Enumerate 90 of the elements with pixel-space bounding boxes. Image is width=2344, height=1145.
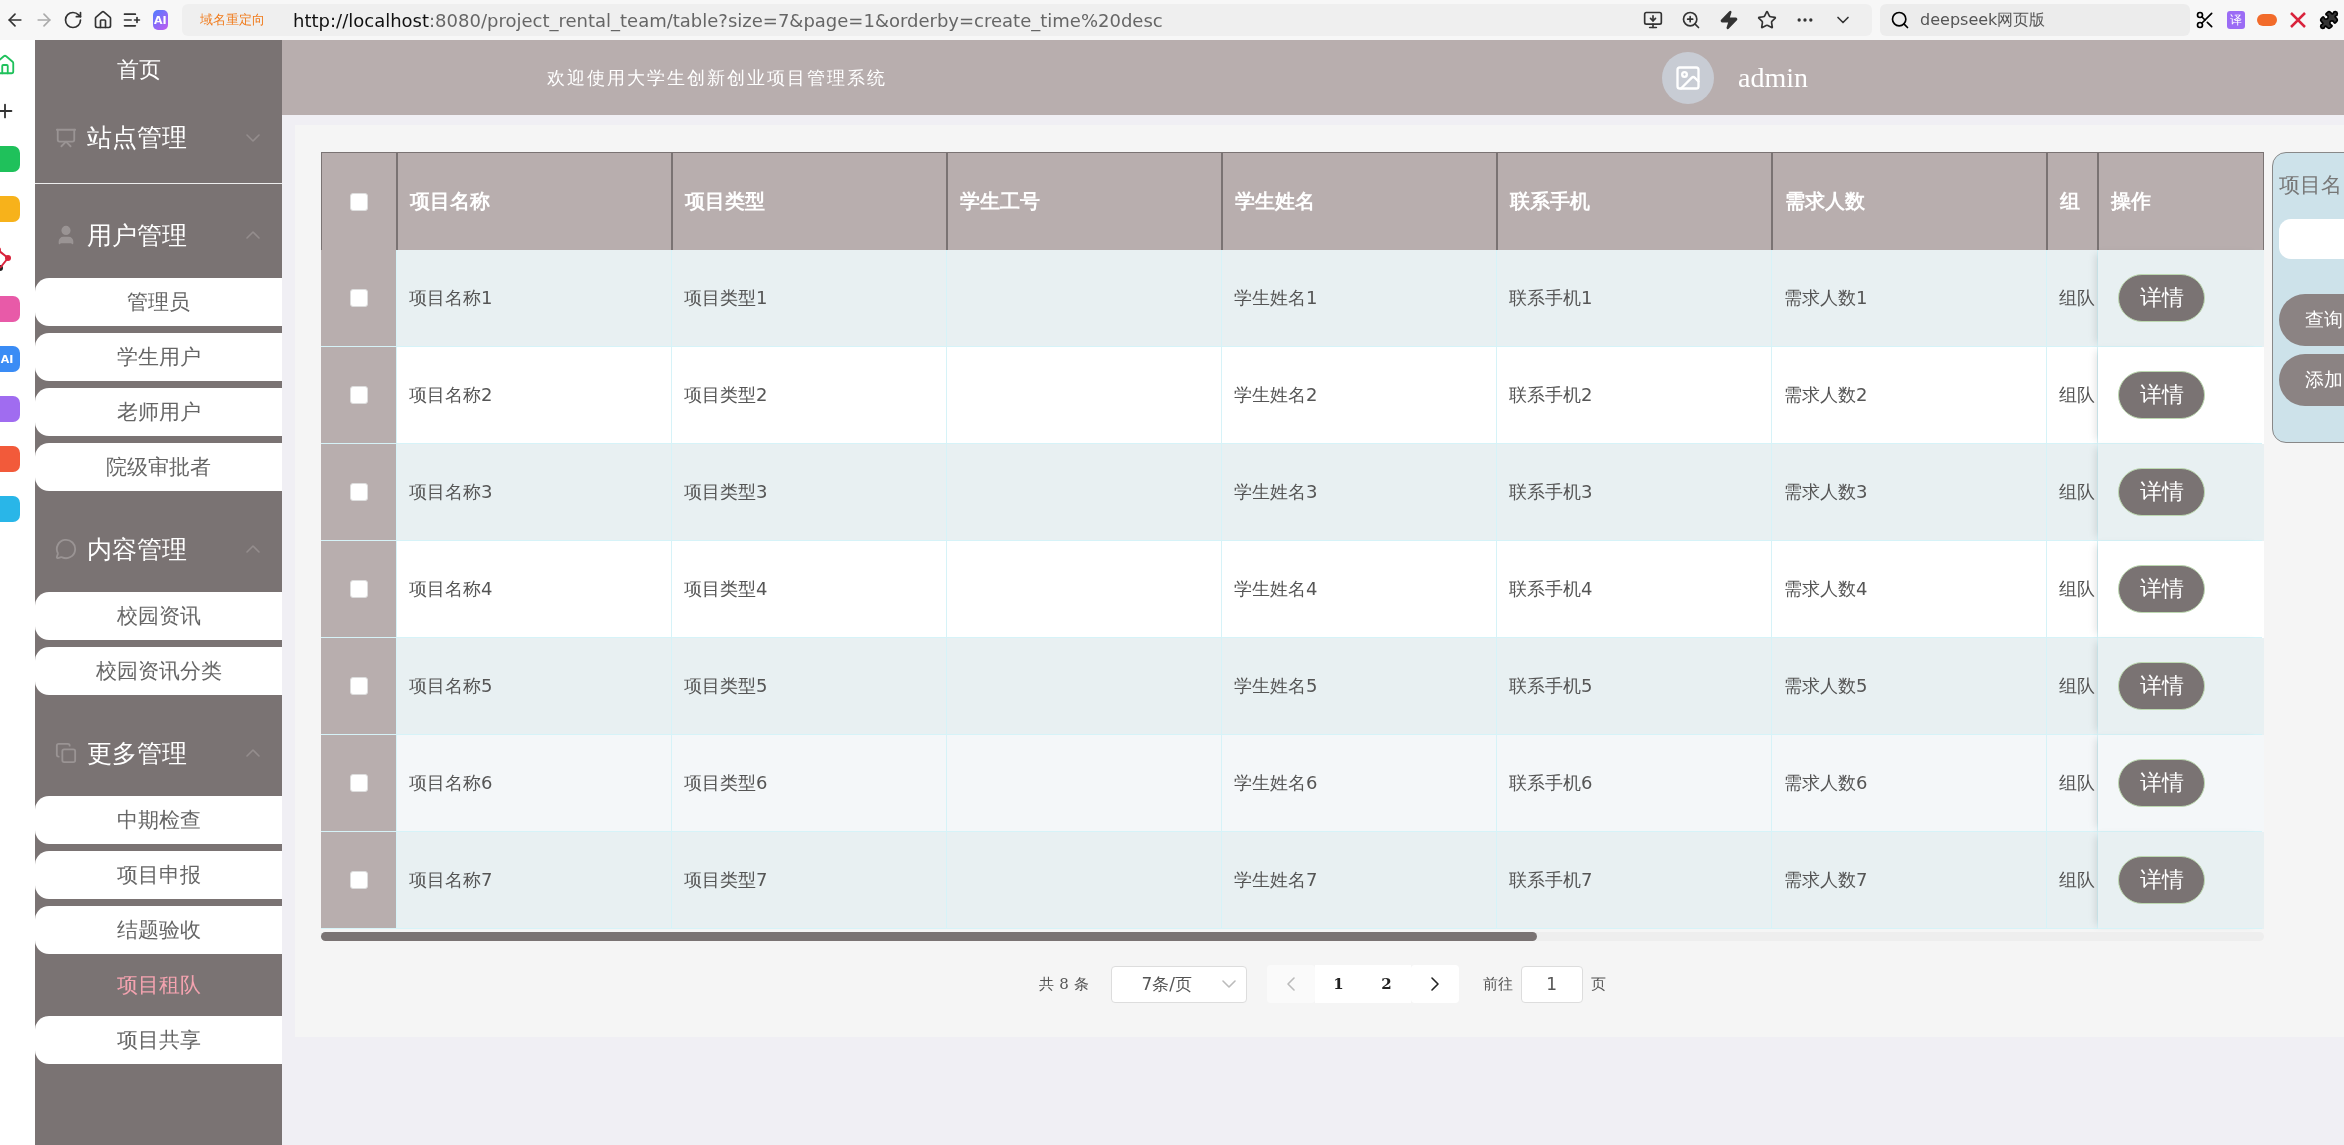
url-text: http://localhost:8080/project_rental_team/table?size=7&page=1&orderby=create_time%20desc	[293, 9, 1164, 31]
detail-button[interactable]: 详情	[2118, 565, 2205, 613]
translate-icon[interactable]: 译	[2226, 11, 2245, 29]
chevron-up-icon	[246, 545, 260, 553]
row-checkbox[interactable]	[349, 871, 368, 889]
next-page-button[interactable]	[1410, 965, 1459, 1003]
menu-group[interactable]: 用户管理	[35, 184, 282, 278]
table-cell: 项目名称7	[397, 832, 672, 929]
detail-button[interactable]: 详情	[2118, 468, 2205, 516]
row-checkbox[interactable]	[349, 580, 368, 598]
menu-item[interactable]: 校园资讯分类	[35, 647, 282, 695]
app-icon[interactable]	[0, 146, 20, 172]
detail-button[interactable]: 详情	[2118, 759, 2205, 807]
image-icon	[1674, 63, 1702, 92]
avatar[interactable]	[1662, 51, 1714, 104]
row-checkbox[interactable]	[349, 774, 368, 792]
row-checkbox[interactable]	[349, 483, 368, 501]
menu-item[interactable]: 结题验收	[35, 906, 282, 954]
app-icon[interactable]	[0, 196, 20, 222]
search-field[interactable]: deepseek网页版	[1880, 4, 2190, 36]
table-cell: 组队	[2047, 832, 2098, 929]
goto-page-field[interactable]: 1	[1520, 965, 1583, 1003]
app-icon[interactable]	[0, 446, 20, 472]
chevron-down-icon	[246, 133, 260, 142]
menu-item[interactable]: 校园资讯	[35, 592, 282, 640]
scissors-icon[interactable]	[2195, 10, 2215, 30]
app-icon[interactable]	[0, 296, 20, 322]
menu-group-label: 内容管理	[87, 533, 188, 566]
lightning-icon[interactable]	[1719, 10, 1740, 30]
search-label: 项目名	[2279, 172, 2343, 199]
menu-item[interactable]: 项目申报	[35, 851, 282, 899]
detail-button[interactable]: 详情	[2118, 856, 2205, 904]
menu-group-label: 更多管理	[87, 737, 188, 770]
favorites-icon[interactable]	[121, 10, 142, 30]
detail-button[interactable]: 详情	[2118, 371, 2205, 419]
query-button[interactable]: 查询	[2279, 294, 2344, 346]
redirect-label: 域名重定向	[200, 11, 266, 29]
total-count: 共 8 条	[1039, 974, 1089, 994]
user-name: admin	[1738, 61, 1808, 94]
menu-item[interactable]: 院级审批者	[35, 443, 282, 491]
menu-group[interactable]: 内容管理	[35, 498, 282, 592]
chevron-down-icon	[1221, 980, 1236, 988]
detail-button[interactable]: 详情	[2118, 274, 2205, 322]
home-icon[interactable]	[92, 10, 113, 30]
page-number[interactable]: 1	[1314, 965, 1363, 1003]
menu-item[interactable]: 中期检查	[35, 796, 282, 844]
menu-group-label: 站点管理	[87, 122, 188, 154]
row-checkbox[interactable]	[349, 677, 368, 695]
column-header: 操作	[2109, 188, 2152, 215]
table-cell: 需求人数7	[1772, 832, 2047, 929]
chevron-up-icon	[246, 231, 260, 239]
add-button[interactable]: 添加	[2279, 354, 2344, 406]
app-icon[interactable]	[0, 496, 20, 522]
page-size-select[interactable]: 7条/页	[1110, 965, 1247, 1003]
table-cell: 联系手机7	[1497, 832, 1772, 929]
menu-item[interactable]: 老师用户	[35, 388, 282, 436]
chevron-left-icon	[1286, 977, 1295, 991]
menu-item[interactable]: 项目租队	[35, 961, 282, 1009]
ai-badge[interactable]: AI	[152, 10, 169, 30]
search-icon	[1890, 10, 1911, 30]
menu-group[interactable]: 更多管理	[35, 702, 282, 796]
star-icon[interactable]	[1757, 10, 1778, 30]
app-icon[interactable]	[0, 396, 20, 422]
scrollbar-thumb[interactable]	[321, 932, 1537, 941]
install-icon[interactable]	[1643, 10, 1664, 30]
row-checkbox[interactable]	[349, 289, 368, 307]
table-cell: 项目类型7	[672, 832, 947, 929]
board-icon	[55, 126, 77, 149]
page-suffix: 页	[1590, 974, 1606, 994]
reload-icon[interactable]	[63, 10, 84, 30]
system-title: 欢迎使用大学生创新创业项目管理系统	[547, 65, 888, 90]
row-checkbox[interactable]	[349, 386, 368, 404]
menu-group-label: 用户管理	[87, 219, 188, 252]
chat-icon	[55, 538, 77, 560]
goto-label: 前往	[1482, 974, 1513, 994]
zoom-icon[interactable]	[1681, 10, 1702, 30]
home-link[interactable]: 首页	[35, 40, 282, 100]
address-bar[interactable]: 域名重定向 http://localhost:8080/project_rental_team/table?size=7&page=1&orderby=create_time%20desc	[182, 4, 1873, 36]
app-icon[interactable]: AI	[0, 346, 20, 372]
menu-item[interactable]: 学生用户	[35, 333, 282, 381]
page-number[interactable]: 2	[1362, 965, 1411, 1003]
copy-icon	[55, 742, 77, 764]
extensions-icon[interactable]	[2318, 10, 2339, 30]
select-all-checkbox[interactable]	[350, 192, 368, 211]
chevron-right-icon	[1430, 977, 1439, 991]
menu-item[interactable]: 管理员	[35, 278, 282, 326]
detail-button[interactable]: 详情	[2118, 662, 2205, 710]
table-cell: 学生姓名7	[1222, 832, 1497, 929]
chevron-up-icon	[246, 749, 260, 757]
menu-item[interactable]: 项目共享	[35, 1016, 282, 1064]
